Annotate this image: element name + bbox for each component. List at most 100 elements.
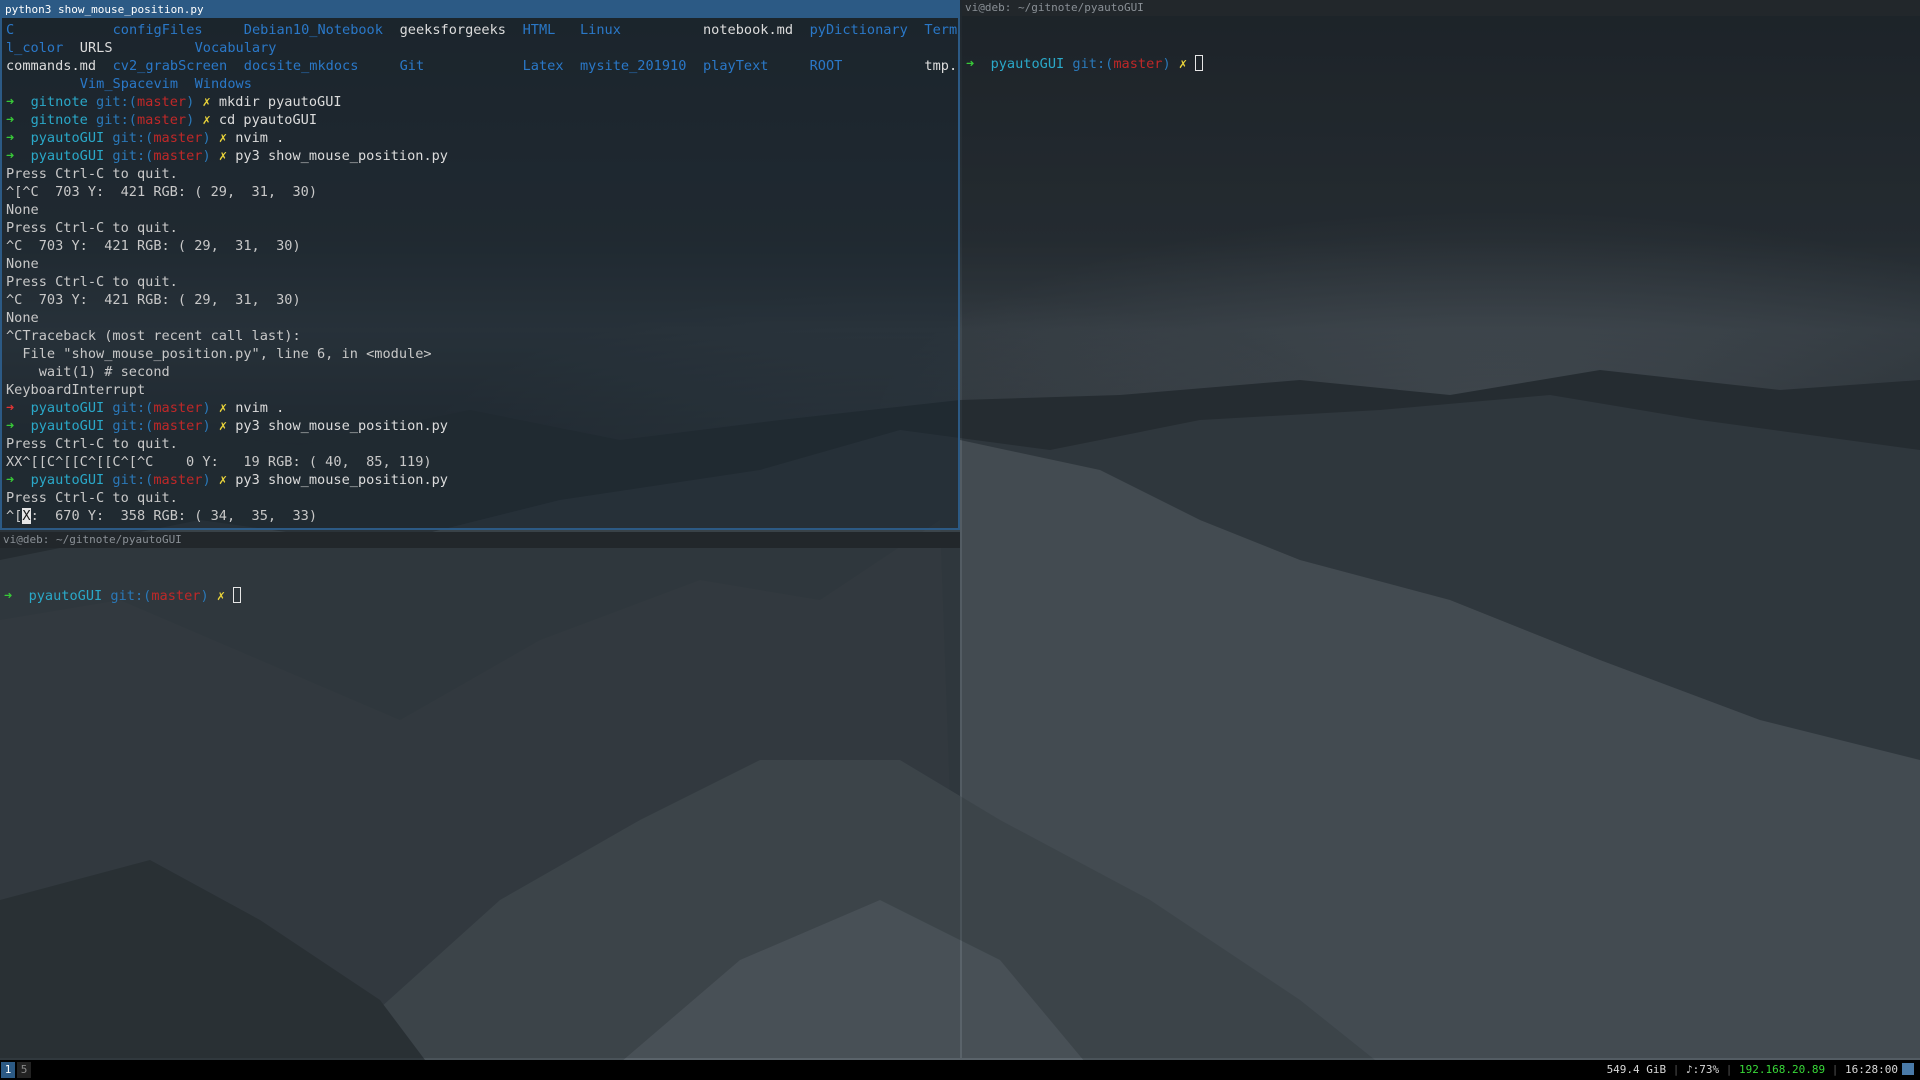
ls-directory: Latex <box>522 58 564 74</box>
prompt-arrow: ➜ <box>6 418 15 434</box>
ls-file: tmp.py <box>924 58 958 74</box>
prompt-git: git:( <box>96 94 137 110</box>
ls-directory: l_color <box>6 40 64 56</box>
prompt-command: py3 show_mouse_position.py <box>235 148 448 164</box>
prompt-line: ➜ pyautoGUI git:(master) ✗ nvim . <box>6 129 954 147</box>
prompt-arrow: ➜ <box>6 130 15 146</box>
terminal-output[interactable]: CconfigFiles Debian10_Notebook geeksforgee… <box>2 18 958 528</box>
output-line: None <box>6 256 39 272</box>
ls-row: Vim_Spacevim Windows <box>6 75 954 93</box>
output-line: ^[X: 670 Y: 358 RGB: ( 34, 35, 33) <box>6 507 954 525</box>
clock: 16:28:00 <box>1845 1063 1898 1076</box>
prompt-dirty-mark: ✗ <box>202 112 211 128</box>
prompt-dirty-mark: ✗ <box>202 94 211 110</box>
output-line: Press Ctrl-C to quit. <box>6 220 178 236</box>
prompt-command: py3 show_mouse_position.py <box>235 418 448 434</box>
prompt-branch: master <box>153 148 203 164</box>
status-bar: 1 5 549.4 GiB | ♪:73% | 192.168.20.89 | … <box>0 1060 1920 1080</box>
prompt-dir: pyautoGUI <box>30 472 105 488</box>
prompt-dirty-mark: ✗ <box>218 418 228 434</box>
ip-address: 192.168.20.89 <box>1739 1063 1826 1076</box>
prompt-arrow: ➜ <box>4 588 13 604</box>
prompt-line: ➜ pyautoGUI git:(master) ✗ nvim . <box>6 399 954 417</box>
prompt-command: cd pyautoGUI <box>218 112 318 128</box>
terminal-window-bottom-left[interactable]: vi@deb: ~/gitnote/pyautoGUI ➜ pyautoGUI … <box>0 532 960 1058</box>
prompt-git: git:( <box>112 472 154 488</box>
terminal-window-right[interactable]: vi@deb: ~/gitnote/pyautoGUI ➜ pyautoGUI … <box>962 0 1920 1058</box>
output-text: : 670 Y: 358 RGB: ( 34, 35, 33) <box>30 508 318 524</box>
prompt-git-close: ) <box>202 400 211 416</box>
prompt-git: git:( <box>96 112 137 128</box>
output-line: Press Ctrl-C to quit. <box>6 436 178 452</box>
workspace-button-1[interactable]: 1 <box>1 1062 15 1078</box>
output-line: KeyboardInterrupt <box>6 382 146 398</box>
ls-row: CconfigFiles Debian10_Notebook geeksforgee… <box>6 21 958 39</box>
system-status: 549.4 GiB | ♪:73% | 192.168.20.89 | 16:2… <box>1607 1060 1914 1080</box>
ls-directory: Vocabulary <box>194 40 277 56</box>
output-line: XX^[[C^[[C^[[C^[^C 0 Y: 19 RGB: ( 40, 85… <box>6 454 432 470</box>
window-title: vi@deb: ~/gitnote/pyautoGUI <box>0 532 960 548</box>
output-line: ^C 703 Y: 421 RGB: ( 29, 31, 30) <box>6 292 301 308</box>
window-title: python3 show_mouse_position.py <box>2 2 958 18</box>
prompt-git-close: ) <box>202 472 211 488</box>
prompt-dirty-mark: ✗ <box>218 130 228 146</box>
prompt-git: git:( <box>112 148 154 164</box>
ls-directory: Termina <box>924 22 958 38</box>
prompt-branch: master <box>153 400 203 416</box>
prompt-line: ➜ pyautoGUI git:(master) ✗ py3 show_mous… <box>6 147 954 165</box>
output-line: Press Ctrl-C to quit. <box>6 274 178 290</box>
output-text: ^[ <box>6 508 23 524</box>
ls-directory: Vim_Spacevim <box>79 76 179 92</box>
text-cursor: X <box>22 508 31 524</box>
ls-row: commands.md cv2_grabScreen docsite_mkdocs G… <box>6 57 958 75</box>
prompt-branch: master <box>153 418 203 434</box>
text-cursor <box>233 587 242 603</box>
output-line: Press Ctrl-C to quit. <box>6 166 178 182</box>
volume-level: ♪:73% <box>1686 1063 1720 1076</box>
output-line: ^C 703 Y: 421 RGB: ( 29, 31, 30) <box>6 238 301 254</box>
prompt-arrow: ➜ <box>966 56 975 72</box>
prompt-line: ➜ pyautoGUI git:(master) ✗ <box>4 587 956 605</box>
prompt-branch: master <box>151 588 201 604</box>
prompt-dir: pyautoGUI <box>30 400 105 416</box>
ls-directory: configFiles <box>112 22 203 38</box>
prompt-branch: master <box>153 472 203 488</box>
ls-file: commands.md <box>6 58 97 74</box>
prompt-git-close: ) <box>186 112 195 128</box>
prompt-git-close: ) <box>202 418 211 434</box>
ls-directory: Git <box>399 58 425 74</box>
prompt-dirty-mark: ✗ <box>1178 56 1188 72</box>
output-line: None <box>6 202 39 218</box>
ls-directory: HTML <box>522 22 556 38</box>
ls-directory: Debian10_Notebook <box>243 22 383 38</box>
prompt-git: git:( <box>112 130 154 146</box>
network-tray-icon[interactable] <box>1902 1063 1914 1075</box>
prompt-git: git:( <box>112 418 154 434</box>
prompt-command: nvim . <box>235 130 285 146</box>
prompt-git: git:( <box>112 400 154 416</box>
prompt-command: mkdir pyautoGUI <box>218 94 342 110</box>
disk-free: 549.4 GiB <box>1606 1063 1667 1076</box>
prompt-command: py3 show_mouse_position.py <box>235 472 448 488</box>
terminal-output[interactable]: ➜ pyautoGUI git:(master) ✗ <box>0 548 960 1058</box>
ls-file: geeksforgeeks <box>399 22 506 38</box>
prompt-dirty-mark: ✗ <box>218 472 228 488</box>
ls-directory: docsite_mkdocs <box>243 58 359 74</box>
prompt-line: ➜ gitnote git:(master) ✗ cd pyautoGUI <box>6 111 954 129</box>
output-line: None <box>6 310 39 326</box>
text-cursor <box>1195 55 1204 71</box>
terminal-output[interactable]: ➜ pyautoGUI git:(master) ✗ <box>962 16 1920 1058</box>
prompt-git-close: ) <box>202 148 211 164</box>
prompt-branch: master <box>1113 56 1163 72</box>
terminal-window-top-left[interactable]: python3 show_mouse_position.py CconfigFi… <box>0 0 960 530</box>
prompt-dir: gitnote <box>30 94 88 110</box>
output-line: Press Ctrl-C to quit. <box>6 490 178 506</box>
prompt-dir: pyautoGUI <box>990 56 1065 72</box>
prompt-arrow: ➜ <box>6 400 15 416</box>
workspace-button-5[interactable]: 5 <box>17 1062 31 1078</box>
output-line: File "show_mouse_position.py", line 6, i… <box>6 346 432 362</box>
ls-directory: mysite_201910 <box>580 58 687 74</box>
ls-directory: pyDictionary <box>809 22 908 38</box>
prompt-branch: master <box>136 94 187 110</box>
prompt-line: ➜ pyautoGUI git:(master) ✗ py3 show_mous… <box>6 417 954 435</box>
